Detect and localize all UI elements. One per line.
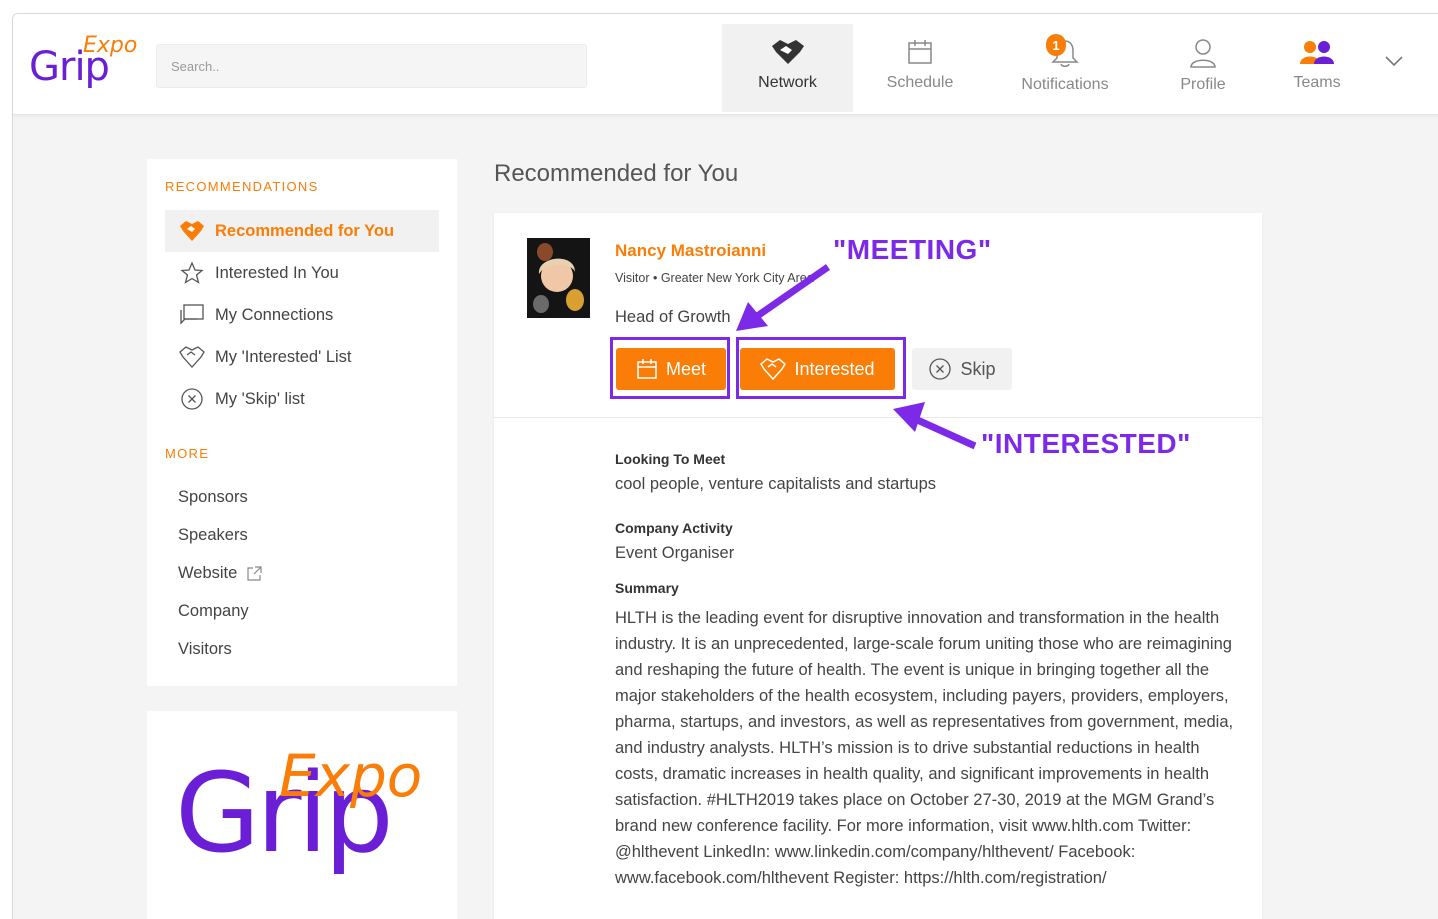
looking-to-meet-label: Looking To Meet xyxy=(615,451,726,467)
notification-badge: 1 xyxy=(1046,34,1066,56)
nav-profile-label: Profile xyxy=(1180,76,1226,93)
page-title: Recommended for You xyxy=(494,160,739,187)
sidebar-link-company[interactable]: Company xyxy=(178,602,249,621)
profile-meta: Visitor • Greater New York City Area xyxy=(615,271,814,285)
handshake-icon xyxy=(771,40,804,64)
user-icon xyxy=(1190,39,1216,68)
app-window: Grip Expo Network Schedule xyxy=(12,13,1438,919)
more-heading: MORE xyxy=(165,446,210,461)
nav-notifications-label: Notifications xyxy=(1021,76,1109,93)
annotation-box-interested xyxy=(736,337,906,399)
sidebar-item-label: My 'Interested' List xyxy=(215,347,352,366)
card-divider xyxy=(494,417,1262,418)
sidebar-item-label: Interested In You xyxy=(215,263,339,282)
sidebar: RECOMMENDATIONS Recommended for You Inte… xyxy=(147,159,457,686)
nav-network-label: Network xyxy=(758,74,817,91)
nav-teams-label: Teams xyxy=(1293,74,1341,91)
skip-button-label: Skip xyxy=(960,358,996,379)
summary-label: Summary xyxy=(615,580,679,596)
chevron-down-icon[interactable] xyxy=(1383,54,1405,68)
chat-icon xyxy=(179,302,205,328)
grip-expo-logo[interactable]: Grip Expo xyxy=(27,28,137,90)
top-navbar: Grip Expo Network Schedule xyxy=(13,14,1438,115)
external-link-icon xyxy=(247,566,262,581)
skip-button[interactable]: Skip xyxy=(912,348,1012,390)
nav-schedule[interactable]: Schedule xyxy=(864,24,976,112)
summary-text: HLTH is the leading event for disruptive… xyxy=(615,609,1234,887)
sidebar-link-speakers[interactable]: Speakers xyxy=(178,526,248,545)
sidebar-link-website-label: Website xyxy=(178,564,238,582)
sidebar-item-interested-in-you[interactable]: Interested In You xyxy=(165,252,439,294)
sidebar-link-sponsors[interactable]: Sponsors xyxy=(178,488,248,507)
grip-expo-logo-large: Grip Expo xyxy=(175,742,422,877)
sidebar-item-interested-list[interactable]: My 'Interested' List xyxy=(165,336,439,378)
nav-notifications[interactable]: 1 Notifications xyxy=(998,24,1132,112)
nav-profile[interactable]: Profile xyxy=(1153,24,1253,112)
circle-x-icon xyxy=(179,386,205,412)
avatar[interactable] xyxy=(527,238,590,318)
handshake-outline-icon xyxy=(179,344,205,370)
sidebar-link-website[interactable]: Website xyxy=(178,564,262,583)
teams-icon xyxy=(1300,41,1334,64)
calendar-icon xyxy=(908,40,932,64)
annotation-label-meeting: "MEETING" xyxy=(833,234,992,266)
sidebar-item-recommended[interactable]: Recommended for You xyxy=(165,210,439,252)
svg-text:Expo: Expo xyxy=(279,742,422,810)
profile-name[interactable]: Nancy Mastroianni xyxy=(615,241,766,261)
profile-card: Nancy Mastroianni Visitor • Greater New … xyxy=(494,213,1262,919)
profile-job-title: Head of Growth xyxy=(615,308,731,326)
sidebar-link-visitors[interactable]: Visitors xyxy=(178,640,232,659)
nav-teams[interactable]: Teams xyxy=(1269,24,1365,112)
handshake-icon xyxy=(179,218,205,244)
sidebar-item-label: Recommended for You xyxy=(215,221,395,240)
annotation-box-meet xyxy=(610,337,730,399)
star-icon xyxy=(179,260,205,286)
nav-schedule-label: Schedule xyxy=(886,74,954,91)
recommendations-heading: RECOMMENDATIONS xyxy=(165,179,319,194)
nav-network[interactable]: Network xyxy=(722,24,853,112)
circle-x-icon xyxy=(929,358,952,380)
looking-to-meet-value: cool people, venture capitalists and sta… xyxy=(615,475,937,493)
sidebar-item-label: My 'Skip' list xyxy=(215,389,305,408)
search-input[interactable] xyxy=(156,44,587,88)
sidebar-item-skip-list[interactable]: My 'Skip' list xyxy=(165,378,439,420)
sidebar-item-label: My Connections xyxy=(215,305,334,324)
svg-text:Expo: Expo xyxy=(83,33,137,58)
sidebar-item-my-connections[interactable]: My Connections xyxy=(165,294,439,336)
annotation-label-interested: "INTERESTED" xyxy=(981,428,1191,460)
company-activity-label: Company Activity xyxy=(615,520,733,536)
company-activity-value: Event Organiser xyxy=(615,544,735,562)
sponsor-logo-card: Grip Expo xyxy=(147,711,457,919)
